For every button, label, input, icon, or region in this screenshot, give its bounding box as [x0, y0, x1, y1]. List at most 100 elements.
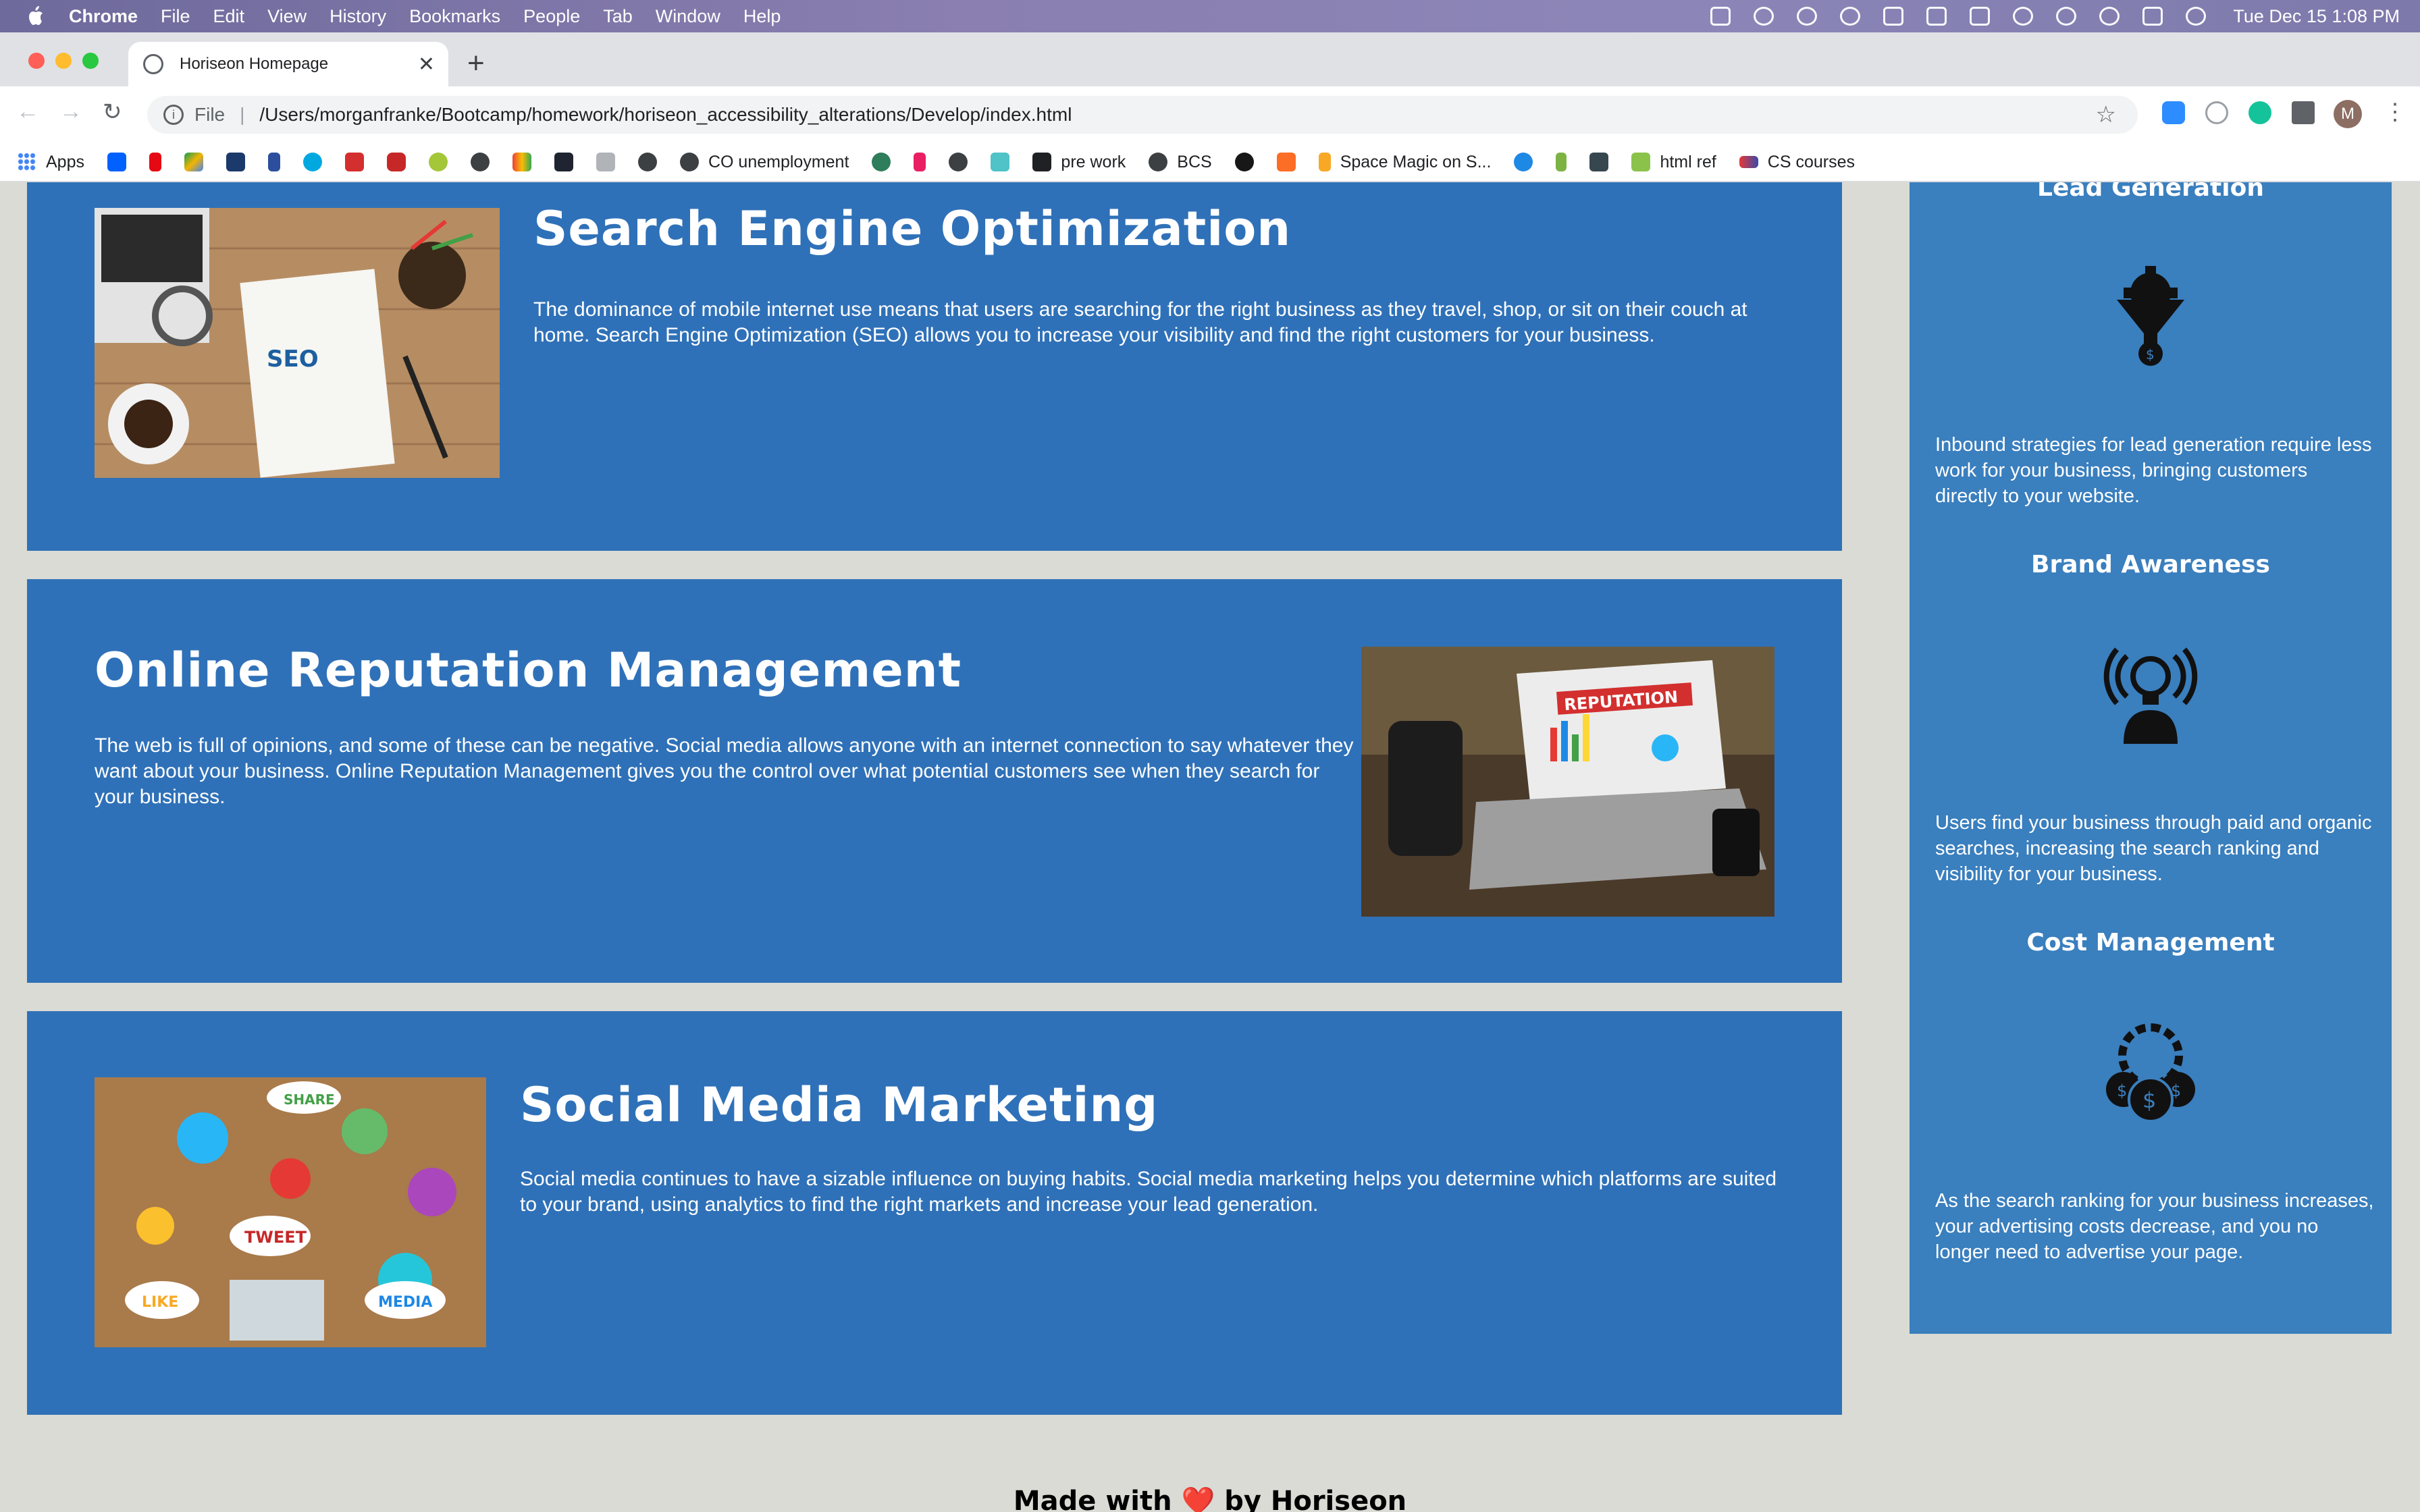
bookmark-red[interactable] [344, 153, 364, 171]
bookmark-drive[interactable] [184, 153, 203, 171]
menu-clock[interactable]: Tue Dec 15 1:08 PM [2233, 6, 2400, 27]
bookmark-star-icon[interactable]: ☆ [2096, 101, 2116, 128]
dropbox-status-icon[interactable] [1710, 7, 1731, 26]
siri-icon[interactable] [2186, 7, 2207, 26]
url-text[interactable]: /Users/morganfranke/Bootcamp/homework/ho… [259, 104, 1072, 126]
volume-icon[interactable] [1883, 7, 1904, 26]
bookmark-html-ref[interactable]: html ref [1631, 153, 1716, 172]
menu-tab[interactable]: Tab [603, 6, 633, 27]
maximize-window-icon[interactable] [82, 53, 99, 69]
macos-menu-bar: Chrome File Edit View History Bookmarks … [0, 0, 2420, 32]
extension-icon[interactable] [2205, 101, 2228, 124]
menu-people[interactable]: People [523, 6, 580, 27]
peak-icon [226, 153, 245, 171]
tab-title: Horiseon Homepage [180, 55, 329, 73]
bookmark-globe-1[interactable] [470, 153, 490, 171]
menu-history[interactable]: History [330, 6, 386, 27]
control-center-icon[interactable] [2142, 7, 2163, 26]
user-icon[interactable] [2056, 7, 2077, 26]
g-icon [914, 153, 926, 171]
book-icon [1032, 153, 1052, 171]
bookmark-bcs[interactable]: BCS [1149, 153, 1212, 172]
spotlight-search-icon[interactable] [2099, 7, 2120, 26]
menu-bookmarks[interactable]: Bookmarks [409, 6, 500, 27]
menu-view[interactable]: View [267, 6, 307, 27]
bluetooth-icon[interactable] [1926, 7, 1947, 26]
bookmark-netflix[interactable] [149, 153, 161, 171]
info-icon[interactable]: i [163, 105, 184, 125]
globe-icon [1149, 153, 1168, 171]
globe-icon [949, 153, 968, 171]
reload-button[interactable]: ↻ [103, 99, 122, 126]
svg-text:SHARE: SHARE [284, 1091, 335, 1108]
svg-text:MEDIA: MEDIA [378, 1294, 432, 1311]
grammarly-icon[interactable] [2248, 101, 2271, 124]
bookmark-dropbox[interactable] [107, 153, 126, 171]
bookmark-pre-work-label: pre work [1061, 152, 1126, 171]
bookmark-heart[interactable] [1514, 153, 1533, 171]
zoom-extension-icon[interactable] [2162, 101, 2185, 124]
creative-cloud-icon[interactable] [1754, 7, 1774, 26]
bookmark-green[interactable] [872, 153, 891, 171]
close-window-icon[interactable] [28, 53, 45, 69]
cost-gears-coins-icon: $ $ $ [2106, 1023, 2195, 1123]
bookmark-calendar[interactable] [1589, 153, 1609, 171]
bookmark-cs-courses[interactable]: CS courses [1739, 153, 1855, 172]
reputation-laptop-illustration: REPUTATION [1361, 647, 1774, 917]
gmail-icon [512, 153, 531, 171]
minimize-window-icon[interactable] [55, 53, 72, 69]
bookmark-co-unemployment[interactable]: CO unemployment [679, 152, 849, 172]
globe-icon [143, 54, 163, 74]
extensions-puzzle-icon[interactable] [2292, 101, 2315, 124]
bookmark-att[interactable] [302, 153, 322, 171]
bookmark-lastpass[interactable] [386, 153, 406, 171]
bookmark-github[interactable] [1234, 153, 1254, 171]
t-icon [1556, 153, 1567, 171]
bookmark-peak[interactable] [226, 153, 245, 171]
google-drive-icon [184, 153, 203, 171]
url-separator: | [240, 104, 245, 125]
bookmark-globe-2[interactable] [949, 153, 968, 171]
cloud-status-icon[interactable] [1797, 7, 1818, 26]
wifi-icon[interactable] [2013, 7, 2034, 26]
new-tab-button[interactable]: + [467, 49, 485, 78]
lastpass-icon [386, 153, 406, 171]
bookmark-shield[interactable] [267, 153, 280, 171]
menu-window[interactable]: Window [656, 6, 720, 27]
bookmark-html-ref-label: html ref [1660, 152, 1716, 171]
benefits-sidebar: Lead Generation $ Inbound strategies for… [1910, 182, 2392, 1334]
apple-menu-icon[interactable] [26, 5, 46, 28]
svg-text:$: $ [2146, 346, 2155, 362]
netflix-icon [149, 153, 161, 171]
bookmark-apps[interactable]: Apps [18, 153, 84, 172]
bookmark-c[interactable] [637, 153, 657, 171]
svg-text:$: $ [2171, 1081, 2181, 1100]
bookmark-pre-work[interactable]: pre work [1032, 153, 1126, 172]
menu-file[interactable]: File [161, 6, 190, 27]
profile-avatar[interactable]: M [2334, 100, 2362, 128]
play-icon[interactable] [1840, 7, 1861, 26]
bookmark-gitlab[interactable] [1276, 153, 1296, 171]
bookmark-wing[interactable] [596, 153, 615, 171]
address-bar[interactable]: i File | /Users/morganfranke/Bootcamp/ho… [147, 96, 2138, 134]
menu-app-name[interactable]: Chrome [69, 6, 138, 27]
bookmark-codeacademy[interactable] [554, 153, 573, 171]
bookmark-meetup[interactable] [428, 153, 448, 171]
bookmark-plus[interactable] [991, 153, 1010, 171]
online-reputation-section: Online Reputation Management The web is … [27, 579, 1842, 983]
bookmark-space-magic[interactable]: Space Magic on S... [1318, 152, 1492, 172]
bookmark-t[interactable] [1556, 153, 1567, 171]
bookmark-gmail[interactable] [512, 153, 531, 171]
bookmark-space-magic-label: Space Magic on S... [1340, 152, 1492, 171]
battery-icon[interactable] [1970, 7, 1991, 26]
menu-edit[interactable]: Edit [213, 6, 245, 27]
edx-icon [1739, 156, 1758, 168]
menu-help[interactable]: Help [743, 6, 781, 27]
bookmark-co-unemployment-label: CO unemployment [708, 152, 849, 171]
bookmark-g[interactable] [914, 153, 926, 171]
tab-horiseon-homepage[interactable]: Horiseon Homepage ✕ [128, 42, 448, 86]
forward-button[interactable]: → [59, 99, 82, 125]
back-button[interactable]: ← [16, 99, 39, 125]
close-tab-icon[interactable]: ✕ [418, 53, 435, 76]
chrome-menu-icon[interactable]: ⋮ [2384, 99, 2406, 126]
